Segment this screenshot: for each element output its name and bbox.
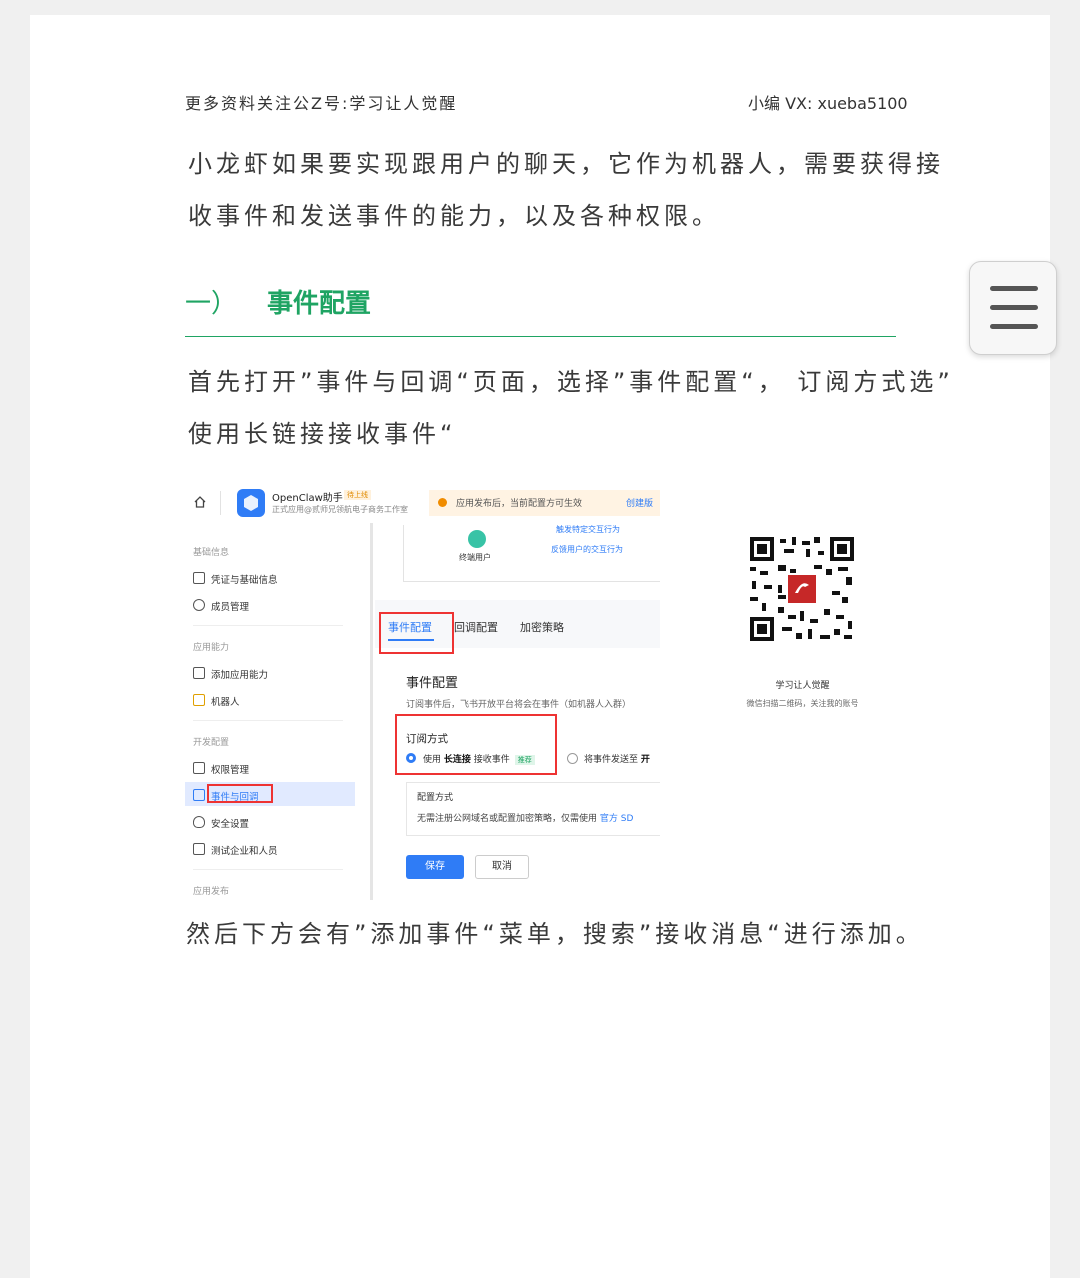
- lock-icon: [193, 762, 205, 774]
- intro-line-1: 小龙虾如果要实现跟用户的聊天，它作为机器人，需要获得接: [188, 150, 944, 178]
- robot-icon: [193, 694, 205, 706]
- footer-paragraph: 然后下方会有”添加事件“菜单，搜索”接收消息“进行添加。: [186, 920, 924, 948]
- event-config-title: 事件配置: [406, 676, 459, 691]
- save-button[interactable]: 保存: [406, 855, 464, 879]
- section-title: 事件配置: [267, 289, 372, 319]
- cancel-button[interactable]: 取消: [475, 855, 529, 879]
- step-line-2: 使用长链接接收事件“: [188, 420, 457, 448]
- red-highlight-box: [395, 714, 557, 775]
- tab-callback-config[interactable]: 回调配置: [454, 619, 498, 635]
- diagram-flow-2: 反馈用户的交互行为: [551, 545, 623, 554]
- intro-line-2: 收事件和发送事件的能力，以及各种权限。: [188, 202, 720, 230]
- sidebar-group-basic: 基础信息: [193, 548, 230, 558]
- event-icon: [193, 789, 205, 801]
- qr-caption: 学习让人觉醒: [775, 681, 830, 691]
- create-version-link[interactable]: 创建版: [626, 496, 653, 509]
- section-heading: 一） 事件配置: [185, 283, 371, 320]
- shield-icon: [193, 816, 205, 828]
- sidebar-item-add-ability[interactable]: 添加应用能力: [193, 667, 268, 681]
- app-status-tag: 待上线: [344, 490, 371, 500]
- tab-encryption[interactable]: 加密策略: [520, 619, 564, 635]
- diagram-user-label: 终端用户: [459, 553, 491, 562]
- config-method-label: 配置方式: [417, 793, 454, 803]
- config-method-desc: 无需注册公网域名或配置加密策略，仅需使用 官方 SD: [417, 814, 634, 824]
- app-logo-icon: [237, 489, 265, 517]
- sidebar-item-permissions[interactable]: 权限管理: [193, 762, 249, 776]
- sidebar-item-security[interactable]: 安全设置: [193, 816, 249, 830]
- qr-code-image: [748, 535, 856, 643]
- sidebar-item-members[interactable]: 成员管理: [193, 599, 249, 613]
- red-highlight-box: [379, 612, 454, 654]
- home-icon: [194, 496, 206, 508]
- publish-notice: 应用发布后，当前配置方可生效 创建版: [429, 490, 660, 516]
- user-avatar-icon: [468, 530, 486, 548]
- header-left-note: 更多资料关注公Z号:学习让人觉醒: [185, 94, 458, 113]
- embedded-screenshot: OpenClaw助手 待上线 正式应用@贰师兄领航电子商务工作室 应用发布后，当…: [185, 485, 660, 900]
- sidebar-group-publish: 应用发布: [193, 887, 230, 897]
- diagram-flow-1: 触发特定交互行为: [556, 525, 620, 534]
- code-icon: [193, 843, 205, 855]
- app-subtitle: 正式应用@贰师兄领航电子商务工作室: [272, 505, 408, 514]
- user-icon: [193, 599, 205, 611]
- sidebar-group-ability: 应用能力: [193, 643, 230, 653]
- app-name: OpenClaw助手: [272, 493, 343, 504]
- sidebar-item-bot[interactable]: 机器人: [193, 694, 240, 708]
- red-highlight-box: [207, 784, 273, 803]
- section-divider: [185, 336, 896, 337]
- option-developer-server[interactable]: 将事件发送至 开: [584, 752, 650, 765]
- section-number: 一）: [185, 289, 238, 319]
- sidebar-group-dev: 开发配置: [193, 738, 230, 748]
- official-sdk-link[interactable]: 官方 SD: [600, 814, 634, 824]
- sidebar-item-test[interactable]: 测试企业和人员: [193, 843, 278, 857]
- step-line-1: 首先打开”事件与回调“页面，选择”事件配置“， 订阅方式选”: [188, 368, 954, 396]
- header-right-note: 小编 VX: xueba5100: [748, 94, 908, 113]
- menu-button[interactable]: [969, 261, 1057, 355]
- developer-server-radio[interactable]: [567, 753, 578, 764]
- qr-subcaption: 微信扫描二维码，关注我的账号: [746, 699, 859, 708]
- sidebar-item-credentials[interactable]: 凭证与基础信息: [193, 572, 278, 586]
- apps-icon: [193, 667, 205, 679]
- event-config-desc: 订阅事件后，飞书开放平台将会在事件（如机器人入群）: [406, 700, 632, 710]
- notice-text: 应用发布后，当前配置方可生效: [456, 499, 583, 509]
- card-icon: [193, 572, 205, 584]
- warning-icon: [438, 498, 447, 507]
